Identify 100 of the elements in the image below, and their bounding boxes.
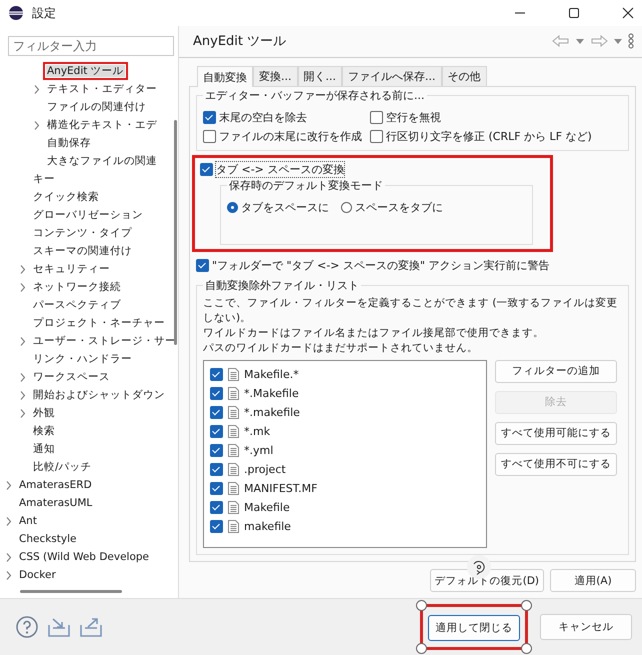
tree-item[interactable]: パースペクティブ <box>29 296 125 314</box>
filter-field[interactable]: フィルター入力 <box>8 36 174 56</box>
more-menu-icon[interactable] <box>628 33 634 50</box>
expand-icon[interactable] <box>20 336 26 346</box>
file-name: *.Makefile <box>244 386 299 400</box>
tab[interactable]: 自動変換 <box>197 66 253 86</box>
checkbox[interactable] <box>203 110 216 124</box>
file-icon <box>228 368 239 380</box>
button[interactable]: すべて使用不可にする <box>495 452 617 476</box>
group-label: 保存時のデフォルト変換モード <box>227 178 385 192</box>
tree-item[interactable]: CSS (Wild Web Develope <box>15 549 153 565</box>
checkbox[interactable] <box>210 462 223 476</box>
file-name: *.makefile <box>244 406 300 418</box>
radio-button[interactable] <box>341 202 352 212</box>
radio-button[interactable] <box>227 202 238 212</box>
checkbox[interactable] <box>203 130 216 142</box>
checkbox[interactable] <box>210 424 223 438</box>
scrollbar-thumb[interactable] <box>20 590 122 592</box>
button[interactable]: 適用して閉じる <box>428 615 520 641</box>
tree-item[interactable]: AmaterasERD <box>15 477 96 493</box>
tree-item[interactable]: スキーマの関連付け <box>29 242 136 260</box>
tree-item[interactable]: AmaterasUML <box>15 495 96 511</box>
tree-item[interactable]: Ant <box>15 513 41 529</box>
checkbox[interactable] <box>210 444 223 456</box>
expand-icon[interactable] <box>34 120 40 130</box>
checkbox[interactable] <box>370 110 383 124</box>
group-label: 自動変換除外ファイル・リスト <box>203 278 361 292</box>
tree-item[interactable]: セキュリティー <box>29 260 114 278</box>
tab[interactable]: 開く... <box>298 66 342 86</box>
tree-item[interactable]: 大きなファイルの関連 <box>43 152 161 170</box>
checkbox[interactable] <box>210 500 223 514</box>
selection-handle[interactable] <box>416 643 427 654</box>
help-icon[interactable] <box>16 616 38 638</box>
selection-handle[interactable] <box>521 643 532 654</box>
selection-handle[interactable] <box>521 600 532 611</box>
tree-item[interactable]: 検索 <box>29 422 59 440</box>
tab[interactable]: ファイルへ保存... <box>342 66 442 86</box>
checkbox[interactable] <box>370 130 383 142</box>
checkbox[interactable] <box>210 520 223 532</box>
tree-item[interactable]: ネットワーク接続 <box>29 278 125 296</box>
expand-icon[interactable] <box>20 282 26 292</box>
tree-item[interactable]: 開始およびシャットダウン <box>29 386 169 404</box>
dropdown-icon[interactable] <box>614 38 622 44</box>
checkbox[interactable] <box>210 406 223 418</box>
close-icon[interactable] <box>622 7 634 19</box>
scrollbar-thumb[interactable] <box>174 120 177 345</box>
checkbox[interactable] <box>210 368 223 380</box>
dropdown-icon[interactable] <box>576 38 584 44</box>
file-icon <box>228 462 239 476</box>
expand-icon[interactable] <box>6 480 12 490</box>
tab[interactable]: その他 <box>442 66 486 86</box>
selection-handle[interactable] <box>416 600 427 611</box>
button[interactable]: 適用(A) <box>550 569 636 592</box>
expand-icon[interactable] <box>6 570 12 580</box>
file-name: *.yml <box>244 444 274 456</box>
expand-icon[interactable] <box>20 264 26 274</box>
file-icon <box>228 500 239 514</box>
tree-item[interactable]: 比較/パッチ <box>29 458 96 476</box>
tree-item[interactable]: 自動保存 <box>43 134 95 152</box>
file-icon <box>228 386 239 400</box>
tree-item[interactable]: クイック検索 <box>29 188 103 206</box>
tree-item[interactable]: コンテンツ・タイプ <box>29 224 136 242</box>
file-list[interactable]: Makefile.* *.Makefile *.makefile *.mk *.yml .project MANIFEST.MF Makefile makefile <box>203 360 487 548</box>
button[interactable]: キャンセル <box>540 614 632 640</box>
tree-item[interactable]: 構造化テキスト・エデ <box>43 116 161 134</box>
checkbox[interactable] <box>200 162 213 176</box>
tree-item[interactable]: プロジェクト・ネーチャー <box>29 314 169 332</box>
expand-icon[interactable] <box>6 516 12 526</box>
tree-item[interactable]: 外観 <box>29 404 59 422</box>
file-icon <box>228 424 239 438</box>
import-icon[interactable] <box>48 617 70 637</box>
file-name: .project <box>244 462 286 476</box>
button[interactable]: フィルターの追加 <box>495 360 617 382</box>
checkbox-label: 末尾の空白を除去 <box>219 110 307 124</box>
tree-item[interactable]: 通知 <box>29 440 59 458</box>
checkbox[interactable] <box>210 386 223 400</box>
checkbox-label: 行区切り文字を修正 (CRLF から LF など) <box>386 128 592 144</box>
tree-item[interactable]: Checkstyle <box>15 531 80 547</box>
maximize-icon[interactable] <box>568 7 580 19</box>
expand-icon[interactable] <box>20 408 26 418</box>
checkbox[interactable] <box>196 258 209 272</box>
page-title: AnyEdit ツール <box>193 33 286 50</box>
button[interactable]: すべて使用可能にする <box>495 422 617 444</box>
expand-icon[interactable] <box>20 390 26 400</box>
tree-item[interactable]: テキスト・エディター <box>43 80 161 98</box>
expand-icon[interactable] <box>20 372 26 382</box>
tree-item[interactable]: ファイルの関連付け <box>43 98 150 116</box>
tree-item[interactable]: Docker <box>15 567 60 583</box>
checkbox-label: ファイルの末尾に改行を作成 <box>219 128 362 144</box>
expand-icon[interactable] <box>6 552 12 562</box>
export-icon[interactable] <box>80 617 102 637</box>
expand-icon[interactable] <box>34 84 40 94</box>
app-icon <box>8 5 24 21</box>
tab[interactable]: 変換... <box>253 66 298 86</box>
checkbox[interactable] <box>210 482 223 494</box>
tree-item[interactable]: リンク・ハンドラー <box>29 350 136 368</box>
tree-item[interactable]: AnyEdit ツール <box>43 62 128 80</box>
tree-item[interactable]: ワークスペース <box>29 368 114 386</box>
tree-item[interactable]: キー <box>29 170 59 188</box>
tree-item[interactable]: グローバリゼーション <box>29 206 147 224</box>
